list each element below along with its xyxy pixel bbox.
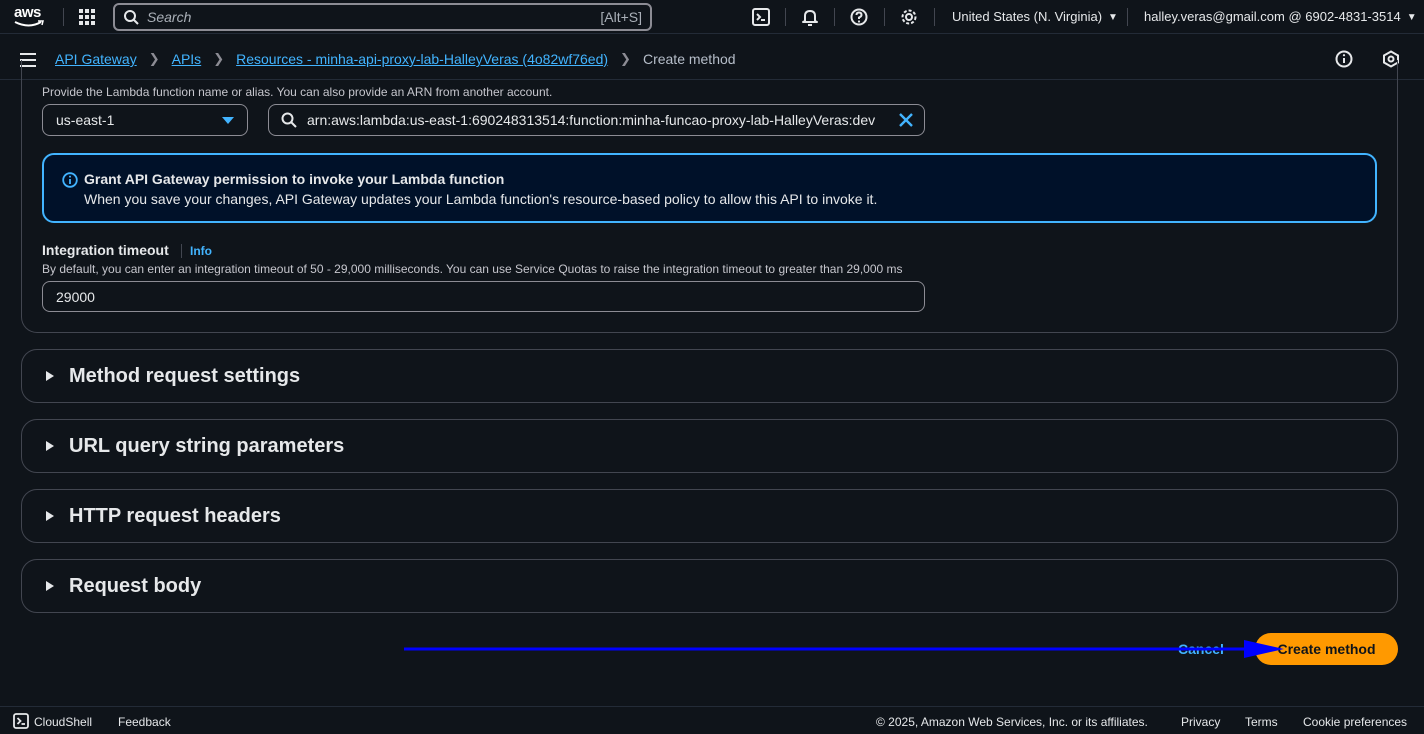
section-title: URL query string parameters xyxy=(69,434,345,457)
info-icon xyxy=(62,172,78,188)
divider xyxy=(1127,8,1128,26)
services-menu-icon[interactable] xyxy=(79,9,95,25)
section-title: Request body xyxy=(69,574,202,597)
divider xyxy=(934,8,935,26)
lambda-region-select[interactable]: us-east-1 xyxy=(42,104,248,136)
caret-right-icon xyxy=(46,511,54,521)
section-title: HTTP request headers xyxy=(69,504,281,527)
permission-info-alert: Grant API Gateway permission to invoke y… xyxy=(42,153,1377,223)
section-request-body[interactable]: Request body xyxy=(21,559,1398,613)
caret-down-icon xyxy=(222,117,234,124)
annotation-arrow xyxy=(404,640,1284,658)
divider xyxy=(884,8,885,26)
caret-down-icon: ▼ xyxy=(1108,12,1118,23)
search-shortcut-hint: [Alt+S] xyxy=(600,9,642,25)
cloudshell-link[interactable]: CloudShell xyxy=(34,715,92,729)
account-label: halley.veras@gmail.com @ 6902-4831-3514 xyxy=(1144,9,1401,24)
section-title: Method request settings xyxy=(69,364,301,387)
aws-logo-text: aws xyxy=(14,4,41,21)
divider xyxy=(63,8,64,26)
help-icon[interactable] xyxy=(850,8,868,26)
caret-right-icon xyxy=(46,441,54,451)
divider xyxy=(785,8,786,26)
search-icon xyxy=(281,112,297,128)
integration-timeout-hint: By default, you can enter an integration… xyxy=(42,262,903,276)
cloudshell-icon[interactable] xyxy=(13,713,29,729)
aws-logo[interactable]: aws xyxy=(14,4,46,28)
search-input[interactable] xyxy=(147,9,601,25)
cloudshell-icon[interactable] xyxy=(752,8,770,26)
integration-timeout-value: 29000 xyxy=(56,288,95,305)
alert-body: When you save your changes, API Gateway … xyxy=(84,191,878,207)
search-bar[interactable]: [Alt+S] xyxy=(113,3,652,31)
alert-title: Grant API Gateway permission to invoke y… xyxy=(84,171,505,187)
account-menu[interactable]: halley.veras@gmail.com @ 6902-4831-3514 ▼ xyxy=(1144,9,1417,24)
integration-timeout-label: Integration timeout xyxy=(42,242,169,258)
lambda-arn-value: arn:aws:lambda:us-east-1:690248313514:fu… xyxy=(307,112,876,128)
caret-right-icon xyxy=(46,581,54,591)
region-selector[interactable]: United States (N. Virginia) ▼ xyxy=(952,9,1118,24)
caret-right-icon xyxy=(46,371,54,381)
section-url-query-string-parameters[interactable]: URL query string parameters xyxy=(21,419,1398,473)
terms-link[interactable]: Terms xyxy=(1245,715,1278,729)
notifications-bell-icon[interactable] xyxy=(801,8,819,26)
top-navigation: aws [Alt+S] United States (N. Virginia) ▼… xyxy=(0,0,1424,34)
lambda-function-input[interactable]: arn:aws:lambda:us-east-1:690248313514:fu… xyxy=(268,104,925,136)
search-icon xyxy=(124,10,139,25)
section-method-request-settings[interactable]: Method request settings xyxy=(21,349,1398,403)
caret-down-icon: ▼ xyxy=(1406,12,1417,23)
integration-timeout-info-link[interactable]: Info xyxy=(181,244,212,258)
aws-smile-icon xyxy=(14,20,44,27)
settings-gear-icon[interactable] xyxy=(900,8,918,26)
copyright-text: © 2025, Amazon Web Services, Inc. or its… xyxy=(876,715,1148,729)
feedback-link[interactable]: Feedback xyxy=(118,715,171,729)
lambda-function-description: Provide the Lambda function name or alia… xyxy=(42,85,553,99)
section-http-request-headers[interactable]: HTTP request headers xyxy=(21,489,1398,543)
cookie-preferences-link[interactable]: Cookie preferences xyxy=(1303,715,1407,729)
lambda-region-value: us-east-1 xyxy=(56,112,115,128)
clear-icon[interactable] xyxy=(898,112,914,128)
region-label: United States (N. Virginia) xyxy=(952,9,1103,24)
privacy-link[interactable]: Privacy xyxy=(1181,715,1220,729)
footer: CloudShell Feedback © 2025, Amazon Web S… xyxy=(0,706,1424,734)
divider xyxy=(834,8,835,26)
integration-timeout-input[interactable]: 29000 xyxy=(42,281,925,312)
